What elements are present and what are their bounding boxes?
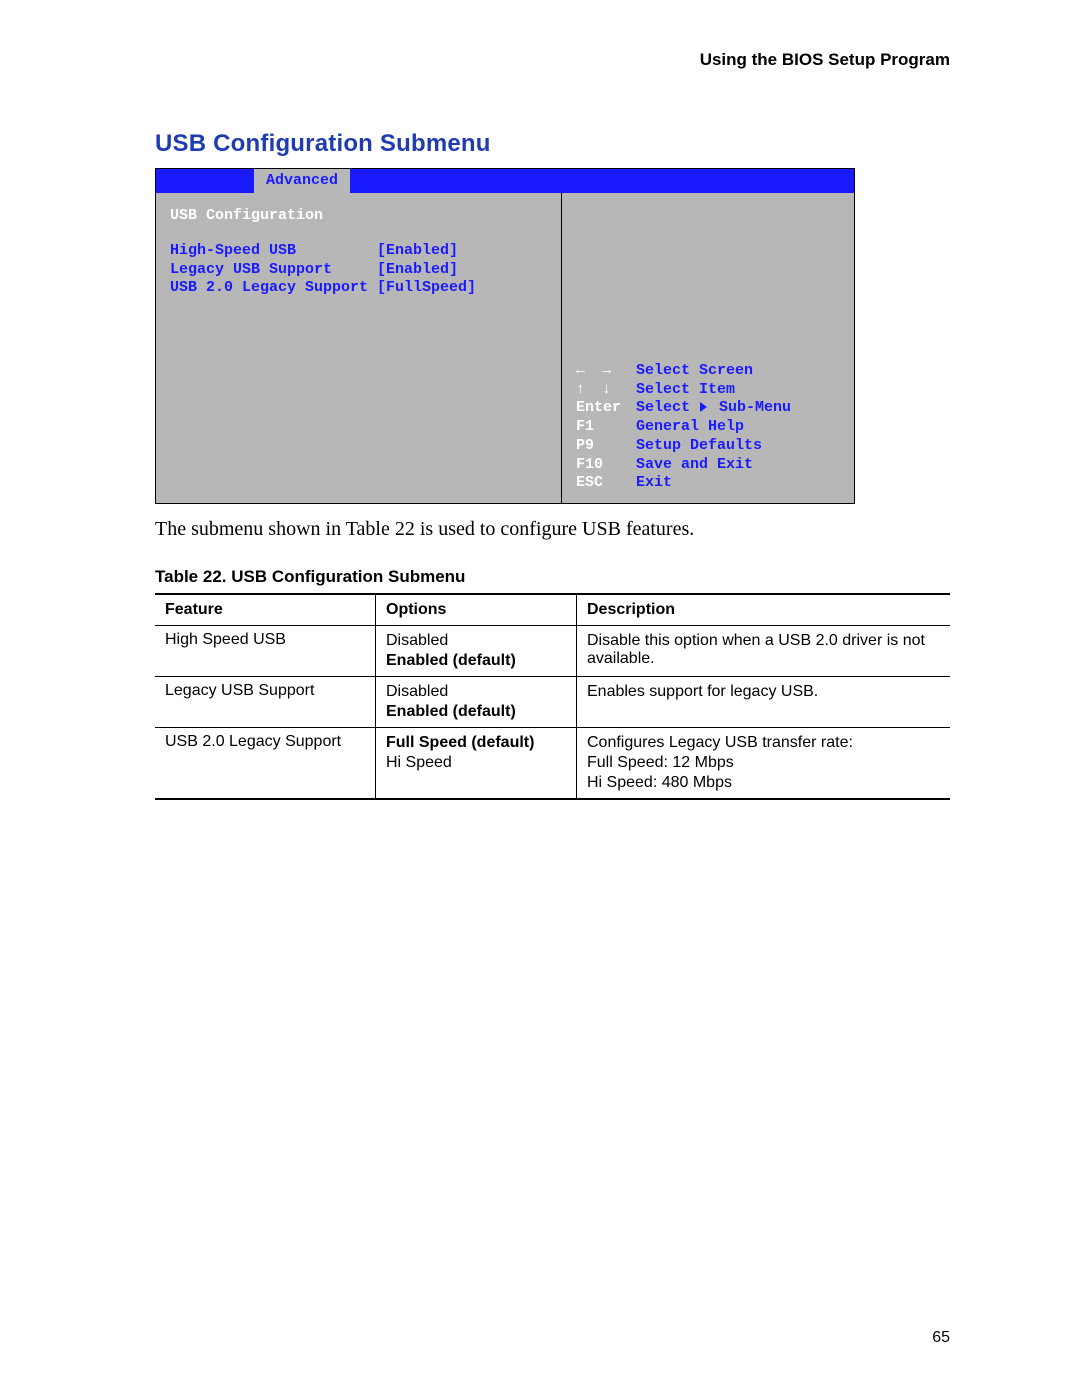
feature-table: Feature Options Description High Speed U…: [155, 593, 950, 800]
bios-nav-key: ↑ ↓: [576, 381, 636, 400]
bios-nav-label: General Help: [636, 418, 744, 437]
bios-help-pane: ← →Select Screen↑ ↓Select ItemEnterSelec…: [562, 193, 854, 503]
bios-nav-key: F1: [576, 418, 636, 437]
caption-text: The submenu shown in Table 22 is used to…: [155, 518, 950, 541]
bios-screenshot: Advanced USB Configuration High-Speed US…: [155, 168, 855, 504]
col-options-header: Options: [376, 594, 577, 626]
bios-subtitle: USB Configuration: [170, 207, 551, 226]
table-header-row: Feature Options Description: [155, 594, 950, 626]
bios-nav-key: ← →: [576, 362, 636, 381]
bios-nav-key: P9: [576, 437, 636, 456]
bios-nav-key: ESC: [576, 474, 636, 493]
bios-nav-label: Setup Defaults: [636, 437, 762, 456]
cell-options: Full Speed (default)Hi Speed: [376, 728, 577, 800]
bios-nav-key: F10: [576, 456, 636, 475]
bios-nav-row: ESCExit: [576, 474, 844, 493]
bios-nav-row: P9Setup Defaults: [576, 437, 844, 456]
option-value: Enabled (default): [386, 651, 566, 671]
cell-options: DisabledEnabled (default): [376, 626, 577, 677]
cell-description: Configures Legacy USB transfer rate:Full…: [577, 728, 951, 800]
bios-nav-row: ↑ ↓Select Item: [576, 381, 844, 400]
table-row: USB 2.0 Legacy SupportFull Speed (defaul…: [155, 728, 950, 800]
bios-nav-label: Select Screen: [636, 362, 753, 381]
cell-feature: USB 2.0 Legacy Support: [155, 728, 376, 800]
bios-nav-label: Select Item: [636, 381, 735, 400]
option-value: Full Speed (default): [386, 733, 566, 753]
bios-nav-row: EnterSelect Sub-Menu: [576, 399, 844, 418]
col-description-header: Description: [577, 594, 951, 626]
cell-options: DisabledEnabled (default): [376, 677, 577, 728]
bios-nav-key: Enter: [576, 399, 636, 418]
table-row: High Speed USBDisabledEnabled (default)D…: [155, 626, 950, 677]
bios-nav-row: F10Save and Exit: [576, 456, 844, 475]
option-value: Disabled: [386, 682, 566, 702]
bios-tab-advanced[interactable]: Advanced: [254, 169, 350, 193]
triangle-right-icon: [700, 402, 707, 412]
bios-nav-label: Save and Exit: [636, 456, 753, 475]
bios-left-pane: USB Configuration High-Speed USB [Enable…: [156, 193, 562, 503]
running-head: Using the BIOS Setup Program: [155, 50, 950, 70]
col-feature-header: Feature: [155, 594, 376, 626]
bios-nav-label: Exit: [636, 474, 672, 493]
bios-nav-row: F1General Help: [576, 418, 844, 437]
bios-nav-label: Select Sub-Menu: [636, 399, 791, 418]
cell-description: Enables support for legacy USB.: [577, 677, 951, 728]
table-title: Table 22. USB Configuration Submenu: [155, 567, 950, 587]
option-value: Disabled: [386, 631, 566, 651]
page-number: 65: [932, 1329, 950, 1347]
bios-nav-row: ← →Select Screen: [576, 362, 844, 381]
bios-setting-row[interactable]: USB 2.0 Legacy Support [FullSpeed]: [170, 279, 551, 298]
bios-setting-row[interactable]: High-Speed USB [Enabled]: [170, 242, 551, 261]
page: Using the BIOS Setup Program USB Configu…: [0, 0, 1080, 1397]
option-value: Enabled (default): [386, 702, 566, 722]
cell-description: Disable this option when a USB 2.0 drive…: [577, 626, 951, 677]
section-title: USB Configuration Submenu: [155, 130, 950, 158]
table-row: Legacy USB SupportDisabledEnabled (defau…: [155, 677, 950, 728]
bios-setting-row[interactable]: Legacy USB Support [Enabled]: [170, 261, 551, 280]
cell-feature: Legacy USB Support: [155, 677, 376, 728]
bios-menubar: Advanced: [156, 169, 854, 193]
option-value: Hi Speed: [386, 753, 566, 773]
cell-feature: High Speed USB: [155, 626, 376, 677]
